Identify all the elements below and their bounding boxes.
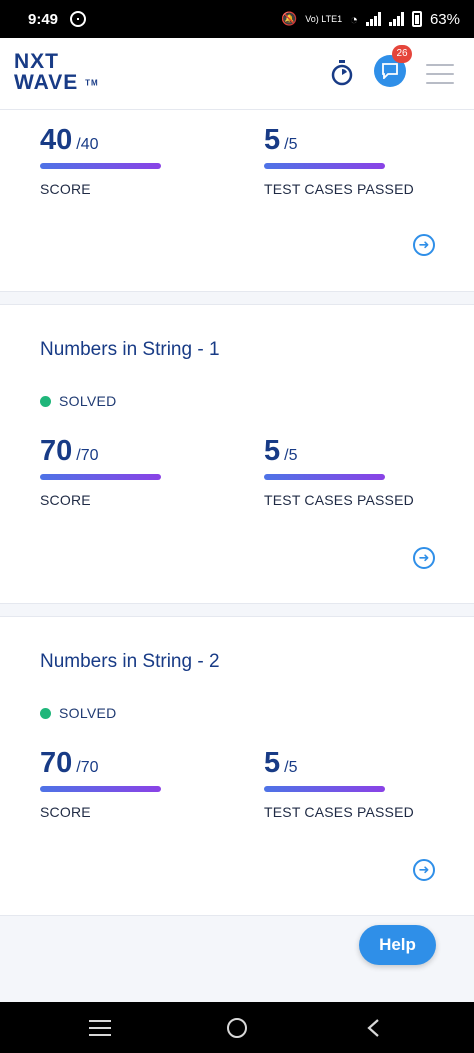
- score-value: 70: [40, 435, 73, 467]
- problem-card: 40/40 SCORE 5/5 TEST CASES PASSED ➜: [0, 110, 474, 292]
- chat-bubble-icon: [382, 63, 398, 79]
- testcases-progress-bar: [264, 474, 385, 480]
- testcases-value: 5: [264, 124, 281, 156]
- testcases-metric: 5/5 TEST CASES PASSED: [264, 124, 414, 197]
- score-total: /70: [76, 447, 99, 464]
- logo-text-bottom: WAVE: [14, 71, 79, 94]
- score-progress-bar: [40, 163, 161, 169]
- status-badge: SOLVED: [40, 705, 117, 721]
- status-bar: 9:49 🔕 Vo) LTE1 ◔ 63%: [0, 0, 474, 38]
- score-label: SCORE: [40, 181, 91, 197]
- testcases-metric: 5/5 TEST CASES PASSED: [264, 435, 414, 508]
- problem-title[interactable]: Numbers in String - 2: [40, 651, 220, 673]
- solved-dot-icon: [40, 395, 51, 407]
- chat-badge: 26: [392, 45, 412, 63]
- problem-title[interactable]: Numbers in String - 1: [40, 339, 220, 361]
- notification-icon: [70, 11, 87, 27]
- problem-card: Numbers in String - 2 SOLVED 70/70 SCORE…: [0, 616, 474, 916]
- arrow-right-circle-icon[interactable]: ➜: [413, 234, 435, 256]
- system-nav-bar: [0, 1002, 474, 1053]
- signal-icon-2: [388, 12, 404, 26]
- status-time: 9:49: [28, 10, 59, 28]
- testcases-total: /5: [284, 136, 298, 153]
- status-badge: SOLVED: [40, 393, 117, 409]
- solved-dot-icon: [40, 707, 51, 719]
- back-icon[interactable]: [366, 1018, 380, 1038]
- arrow-right-circle-icon[interactable]: ➜: [413, 547, 435, 569]
- testcases-progress-bar: [264, 163, 385, 169]
- score-label: SCORE: [40, 492, 91, 508]
- score-progress-bar: [40, 474, 161, 480]
- signal-icon: [365, 12, 381, 26]
- home-icon[interactable]: [227, 1018, 247, 1038]
- arrow-right-circle-icon[interactable]: ➜: [413, 859, 435, 881]
- logo-tm: TM: [85, 78, 99, 88]
- testcases-label: TEST CASES PASSED: [264, 181, 414, 197]
- score-metric: 70/70 SCORE: [40, 747, 161, 820]
- network-type: Vo) LTE1: [305, 14, 343, 24]
- mute-icon: 🔕: [281, 11, 298, 26]
- app-screen: 9:49 🔕 Vo) LTE1 ◔ 63% NXT WAVE TM 26 40 …: [0, 0, 474, 1053]
- testcases-label: TEST CASES PASSED: [264, 492, 414, 508]
- testcases-total: /5: [284, 759, 298, 776]
- testcases-total: /5: [284, 447, 298, 464]
- battery-icon: [411, 11, 422, 27]
- testcases-value: 5: [264, 435, 281, 467]
- testcases-value: 5: [264, 747, 281, 779]
- score-label: SCORE: [40, 804, 91, 820]
- app-header: NXT WAVE TM 26: [0, 38, 474, 110]
- help-button[interactable]: Help: [359, 925, 436, 965]
- testcases-label: TEST CASES PASSED: [264, 804, 414, 820]
- status-text: SOLVED: [59, 705, 117, 721]
- logo-text-top: NXT: [14, 50, 59, 73]
- score-progress-bar: [40, 786, 161, 792]
- wifi-icon: ◔: [350, 11, 358, 27]
- score-metric: 70/70 SCORE: [40, 435, 161, 508]
- score-total: /40: [76, 136, 99, 153]
- score-value: 70: [40, 747, 73, 779]
- testcases-metric: 5/5 TEST CASES PASSED: [264, 747, 414, 820]
- testcases-progress-bar: [264, 786, 385, 792]
- battery-percent: 63%: [429, 10, 460, 28]
- score-total: /70: [76, 759, 99, 776]
- hamburger-menu-icon[interactable]: [426, 64, 454, 84]
- status-text: SOLVED: [59, 393, 117, 409]
- nxtwave-logo[interactable]: NXT WAVE TM: [14, 50, 104, 96]
- score-metric: 40/40 SCORE: [40, 124, 161, 197]
- recent-apps-icon[interactable]: [89, 1020, 111, 1036]
- score-value: 40: [40, 124, 73, 156]
- stopwatch-icon[interactable]: [331, 60, 353, 86]
- problem-card: Numbers in String - 1 SOLVED 70/70 SCORE…: [0, 304, 474, 604]
